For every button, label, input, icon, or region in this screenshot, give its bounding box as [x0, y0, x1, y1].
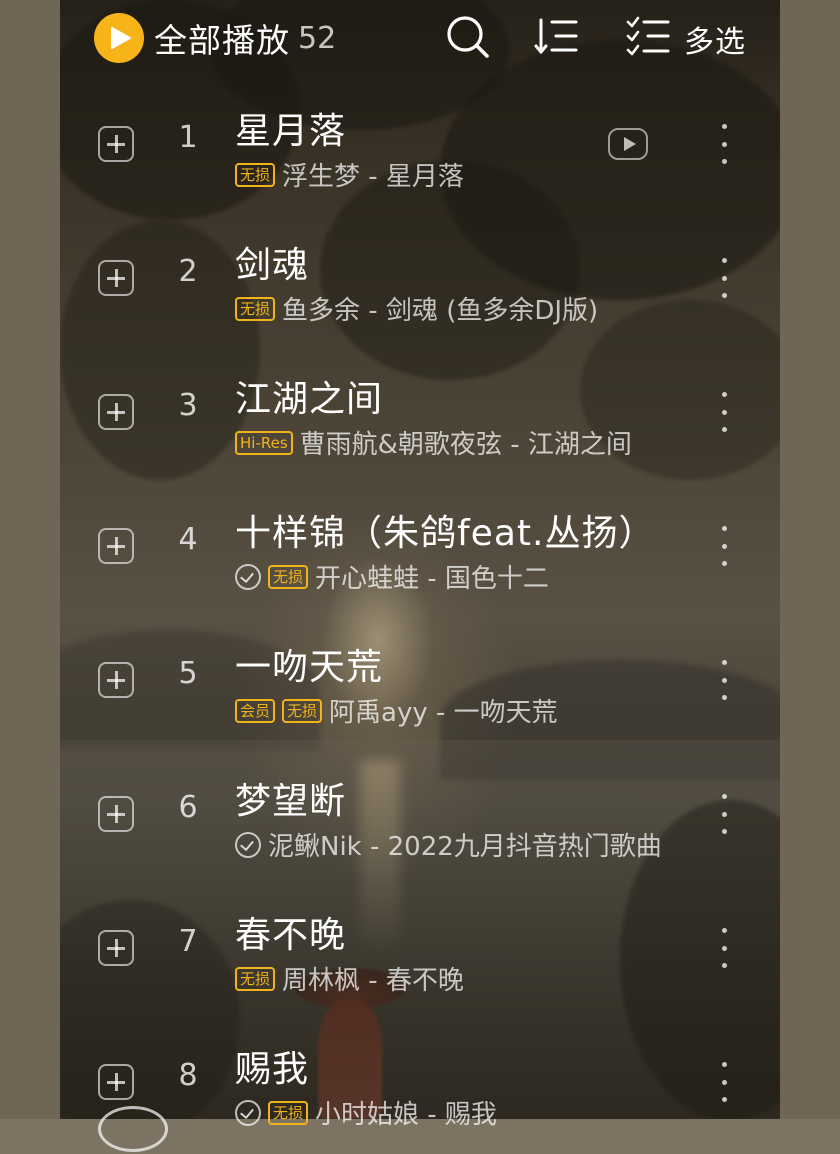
song-row[interactable]: 2 剑魂无损 鱼多余 - 剑魂 (鱼多余DJ版): [60, 216, 780, 350]
quality-badge: 无损: [282, 698, 323, 723]
song-meta: 泥鳅Nik - 2022九月抖音热门歌曲: [235, 826, 662, 863]
add-to-playlist-icon[interactable]: [98, 260, 134, 296]
mini-player-thumb[interactable]: [98, 1106, 168, 1152]
song-title: 梦望断: [235, 781, 347, 822]
song-row[interactable]: 7 春不晚无损 周林枫 - 春不晚: [60, 886, 780, 1020]
song-index: 5: [178, 656, 198, 691]
quality-badge: 无损: [268, 1100, 309, 1125]
search-icon[interactable]: [445, 14, 491, 60]
song-meta: 无损 周林枫 - 春不晚: [235, 960, 464, 997]
song-index: 2: [178, 254, 198, 289]
sort-icon[interactable]: [534, 14, 580, 60]
song-index: 1: [178, 120, 198, 155]
song-row[interactable]: 1 星月落无损 浮生梦 - 星月落: [60, 82, 780, 216]
song-index: 7: [178, 924, 198, 959]
play-all-label: 全部播放: [154, 21, 290, 60]
song-row[interactable]: 8 赐我无损 小时姑娘 - 赐我: [60, 1020, 780, 1154]
add-to-playlist-icon[interactable]: [98, 528, 134, 564]
more-vertical-icon[interactable]: [720, 660, 728, 700]
artist-album: 曹雨航&朝歌夜弦 - 江湖之间: [299, 430, 632, 460]
quality-badge: 无损: [235, 162, 276, 187]
downloaded-check-icon: [235, 831, 261, 858]
song-index: 6: [178, 790, 198, 825]
add-to-playlist-icon[interactable]: [98, 930, 134, 966]
add-to-playlist-icon[interactable]: [98, 126, 134, 162]
song-meta: 会员 无损 阿禹ayy - 一吻天荒: [235, 692, 558, 729]
more-vertical-icon[interactable]: [720, 794, 728, 834]
song-index: 3: [178, 388, 198, 423]
song-title: 星月落: [235, 111, 347, 152]
song-row[interactable]: 3 江湖之间 Hi-Res 曹雨航&朝歌夜弦 - 江湖之间: [60, 350, 780, 484]
song-meta: 无损 浮生梦 - 星月落: [235, 156, 464, 193]
more-vertical-icon[interactable]: [720, 392, 728, 432]
artist-album: 阿禹ayy - 一吻天荒: [329, 698, 558, 728]
add-to-playlist-icon[interactable]: [98, 662, 134, 698]
artist-album: 泥鳅Nik - 2022九月抖音热门歌曲: [268, 832, 662, 862]
artist-album: 小时姑娘 - 赐我: [315, 1100, 497, 1130]
quality-badge: 会员: [235, 698, 276, 723]
song-index: 8: [178, 1058, 198, 1093]
song-title: 剑魂: [235, 245, 310, 286]
quality-badge: 无损: [235, 966, 276, 991]
quality-badge: Hi-Res: [235, 430, 293, 455]
song-title: 春不晚: [235, 915, 347, 956]
left-margin: [0, 0, 60, 1119]
more-vertical-icon[interactable]: [720, 258, 728, 298]
song-title: 江湖之间: [235, 379, 384, 420]
more-vertical-icon[interactable]: [720, 1062, 728, 1102]
downloaded-check-icon: [235, 563, 261, 590]
add-to-playlist-icon[interactable]: [98, 1064, 134, 1100]
quality-badge: 无损: [235, 296, 276, 321]
artist-album: 浮生梦 - 星月落: [282, 162, 464, 192]
song-meta: Hi-Res 曹雨航&朝歌夜弦 - 江湖之间: [235, 424, 632, 461]
artist-album: 开心蛙蛙 - 国色十二: [315, 564, 549, 594]
song-meta: 无损 小时姑娘 - 赐我: [235, 1094, 497, 1131]
multi-select-button[interactable]: 多选: [684, 17, 746, 61]
song-count: 52: [298, 20, 337, 56]
mv-play-icon[interactable]: [608, 128, 648, 160]
add-to-playlist-icon[interactable]: [98, 796, 134, 832]
song-title: 十样锦（朱鸽feat.丛扬）: [235, 513, 656, 554]
play-icon: [94, 13, 144, 63]
song-meta: 无损 鱼多余 - 剑魂 (鱼多余DJ版): [235, 290, 598, 327]
song-index: 4: [178, 522, 198, 557]
downloaded-check-icon: [235, 1099, 261, 1126]
more-vertical-icon[interactable]: [720, 124, 728, 164]
add-to-playlist-icon[interactable]: [98, 394, 134, 430]
quality-badge: 无损: [268, 564, 309, 589]
song-row[interactable]: 4 十样锦（朱鸽feat.丛扬） 无损 开心蛙蛙 - 国色十二: [60, 484, 780, 618]
play-all-button[interactable]: 全部播放 52: [94, 13, 336, 63]
song-row[interactable]: 6 梦望断泥鳅Nik - 2022九月抖音热门歌曲: [60, 752, 780, 886]
playlist-header: 全部播放 52 多选: [60, 0, 780, 78]
more-vertical-icon[interactable]: [720, 526, 728, 566]
artist-album: 鱼多余 - 剑魂 (鱼多余DJ版): [282, 296, 599, 326]
song-title: 赐我: [235, 1049, 310, 1090]
more-vertical-icon[interactable]: [720, 928, 728, 968]
song-title: 一吻天荒: [235, 647, 384, 688]
song-row[interactable]: 5 一吻天荒会员 无损 阿禹ayy - 一吻天荒: [60, 618, 780, 752]
artist-album: 周林枫 - 春不晚: [282, 966, 464, 996]
right-margin: [780, 0, 840, 1119]
song-meta: 无损 开心蛙蛙 - 国色十二: [235, 558, 549, 595]
multi-select-icon[interactable]: [626, 14, 672, 60]
